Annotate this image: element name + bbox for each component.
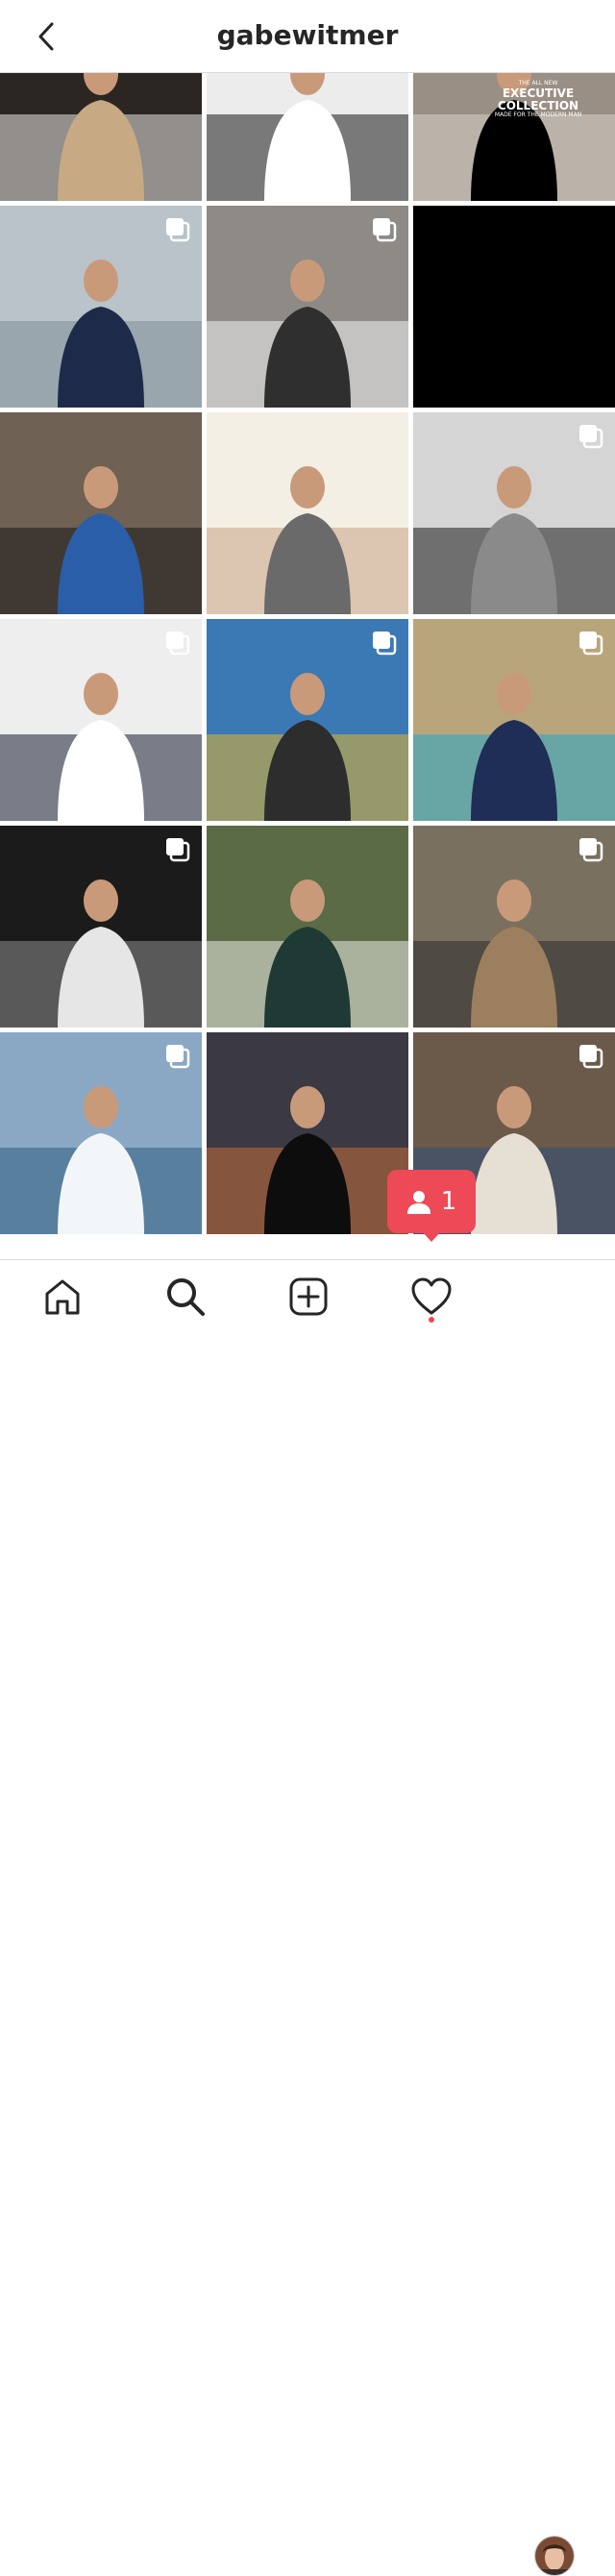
tab-search[interactable] bbox=[162, 1274, 209, 1320]
tab-new-post[interactable] bbox=[285, 1274, 332, 1320]
post-image bbox=[0, 412, 202, 614]
activity-indicator-dot bbox=[429, 1317, 434, 1323]
post-thumbnail[interactable] bbox=[207, 619, 408, 821]
post-image bbox=[207, 1032, 408, 1234]
post-thumbnail[interactable] bbox=[0, 826, 202, 1028]
multiple-photos-icon bbox=[579, 1045, 603, 1069]
tab-profile-avatar[interactable] bbox=[534, 2536, 575, 2576]
post-thumbnail[interactable] bbox=[0, 206, 202, 408]
post-image bbox=[207, 412, 408, 614]
heart-icon bbox=[411, 1277, 452, 1315]
post-image bbox=[207, 826, 408, 1028]
post-thumbnail[interactable] bbox=[207, 412, 408, 614]
post-thumbnail[interactable] bbox=[413, 619, 615, 821]
post-overlay-text: THE ALL NEW EXECUTIVE COLLECTION MADE FOR T… bbox=[471, 80, 605, 119]
multiple-photos-icon bbox=[579, 425, 603, 449]
profile-username: gabewitmer bbox=[216, 19, 399, 51]
post-image bbox=[0, 73, 202, 201]
avatar bbox=[535, 2537, 574, 2575]
search-icon bbox=[167, 1278, 205, 1316]
tab-activity[interactable] bbox=[408, 1274, 455, 1320]
post-image bbox=[413, 206, 615, 408]
post-thumbnail[interactable] bbox=[413, 826, 615, 1028]
bottom-tab-bar bbox=[0, 1259, 615, 2576]
post-thumbnail[interactable] bbox=[0, 412, 202, 614]
multiple-photos-icon bbox=[579, 632, 603, 656]
multiple-photos-icon bbox=[579, 838, 603, 862]
multiple-photos-icon bbox=[166, 218, 190, 242]
post-thumbnail[interactable] bbox=[207, 1032, 408, 1234]
post-thumbnail[interactable] bbox=[0, 73, 202, 201]
multiple-photos-icon bbox=[166, 632, 190, 656]
post-thumbnail[interactable] bbox=[413, 206, 615, 408]
tab-home[interactable] bbox=[39, 1274, 86, 1320]
post-image bbox=[207, 73, 408, 201]
home-icon bbox=[45, 1279, 80, 1315]
post-thumbnail[interactable] bbox=[207, 826, 408, 1028]
multiple-photos-icon bbox=[373, 632, 397, 656]
notification-count: 1 bbox=[440, 1187, 457, 1216]
post-thumbnail[interactable] bbox=[0, 1032, 202, 1234]
post-thumbnail[interactable]: THE ALL NEW EXECUTIVE COLLECTION MADE FOR T… bbox=[413, 73, 615, 201]
overlay-line: COLLECTION bbox=[497, 98, 579, 112]
post-thumbnail[interactable] bbox=[207, 206, 408, 408]
post-thumbnail[interactable] bbox=[0, 619, 202, 821]
post-grid: THE ALL NEW EXECUTIVE COLLECTION MADE FOR T… bbox=[0, 73, 615, 1259]
person-icon bbox=[406, 1191, 430, 1214]
overlay-line: EXECUTIVE bbox=[502, 86, 575, 100]
multiple-photos-icon bbox=[166, 838, 190, 862]
post-thumbnail[interactable] bbox=[207, 73, 408, 201]
top-bar: gabewitmer bbox=[0, 0, 615, 73]
multiple-photos-icon bbox=[373, 218, 397, 242]
multiple-photos-icon bbox=[166, 1045, 190, 1069]
plus-square-icon bbox=[289, 1277, 328, 1316]
activity-notification-bubble[interactable]: 1 bbox=[387, 1170, 476, 1233]
overlay-line: MADE FOR THE MODERN MAN bbox=[494, 111, 582, 118]
notification-pointer bbox=[421, 1230, 442, 1242]
post-thumbnail[interactable] bbox=[413, 412, 615, 614]
